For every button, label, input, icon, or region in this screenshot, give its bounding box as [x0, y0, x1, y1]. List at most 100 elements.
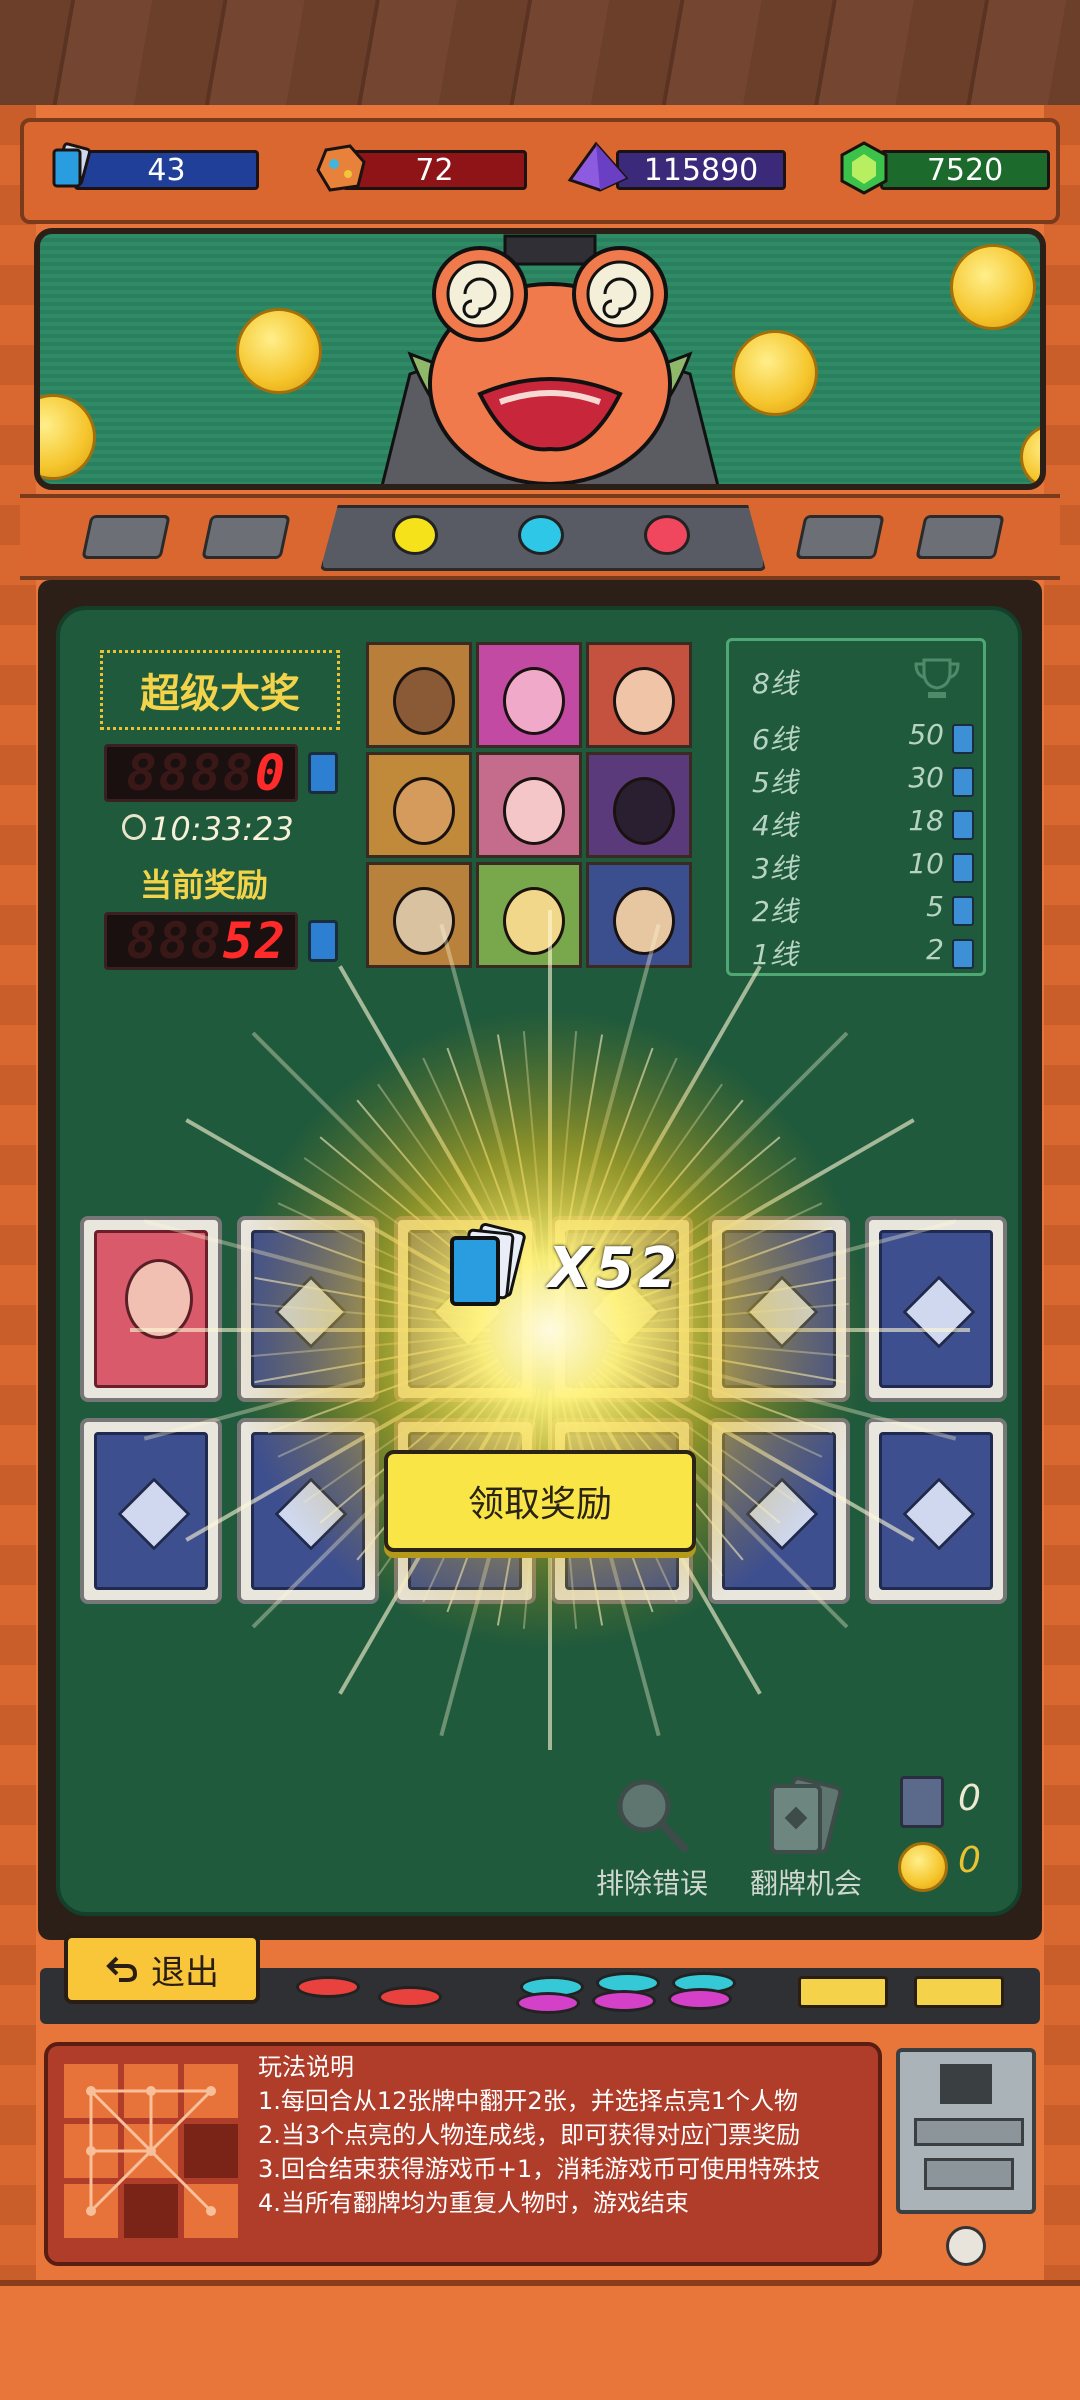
red-button — [296, 1976, 360, 1998]
portrait-red-hair-antlers — [586, 642, 692, 748]
magenta-button — [516, 1992, 580, 2014]
cyan-lamp — [518, 515, 564, 555]
gold-coin — [40, 394, 96, 480]
ticket-stack-icon — [52, 142, 92, 188]
line-label: 6线 — [752, 723, 798, 756]
trophy-icon — [914, 658, 960, 698]
portrait-face — [393, 777, 455, 845]
character-banner — [34, 228, 1046, 490]
coin-slot-box — [896, 2048, 1036, 2214]
rule-item: 1.每回合从12张牌中翻开2张，并选择点亮1个人物 — [258, 2087, 798, 2115]
ticket-icon — [952, 724, 974, 754]
resource-crystal[interactable]: 115890 — [566, 141, 786, 194]
gold-coin — [950, 244, 1036, 330]
reward-multiplier: X52 — [548, 1236, 682, 1301]
portrait-face — [503, 777, 565, 845]
panel-slot — [201, 515, 291, 559]
wood-ceiling — [0, 0, 1080, 110]
resource-value: 72 — [342, 150, 527, 190]
line-reward-value: 18 — [908, 804, 944, 837]
gold-coin — [1020, 424, 1040, 484]
eliminate-errors-label[interactable]: 排除错误 — [596, 1862, 708, 1902]
portrait-pirate-hat — [366, 642, 472, 748]
line-row: 6线 50 — [752, 718, 974, 758]
grid-line-diagram — [64, 2064, 238, 2238]
red-button — [378, 1986, 442, 2008]
reward-burst-effect — [130, 910, 970, 1750]
line-reward-value: 30 — [908, 761, 944, 794]
line-reward-value: 50 — [908, 718, 944, 751]
panel-slot — [915, 515, 1005, 559]
portrait-face — [613, 667, 675, 735]
resource-tickets[interactable]: 43 — [44, 142, 259, 194]
line-row: 5线 30 — [752, 761, 974, 801]
keyhole-icon — [946, 2226, 986, 2266]
rules-title: 玩法说明 — [258, 2053, 354, 2081]
jackpot-value: 0 — [254, 744, 287, 802]
coin-count: 0 — [958, 1840, 981, 1881]
portrait-face — [393, 667, 455, 735]
panel-slot — [795, 515, 885, 559]
yellow-button — [914, 1976, 1004, 2008]
line-label: 8线 — [752, 667, 798, 700]
ticket-icon — [952, 853, 974, 883]
resource-value: 115890 — [616, 150, 786, 190]
red-lamp — [644, 515, 690, 555]
portrait-pink-hair-girl — [476, 642, 582, 748]
claim-reward-button[interactable]: 领取奖励 — [384, 1450, 696, 1552]
line-row: 4线 18 — [752, 804, 974, 844]
portrait-hooded-villain — [366, 752, 472, 858]
countdown-timer: 10:33:23 — [150, 810, 294, 848]
line-label: 4线 — [752, 809, 798, 842]
purple-crystal-icon — [567, 141, 629, 192]
resource-value: 7520 — [880, 150, 1050, 190]
magenta-button — [668, 1988, 732, 2010]
rule-item: 2.当3个点亮的人物连成线，即可获得对应门票奖励 — [258, 2121, 801, 2149]
resource-ore[interactable]: 72 — [312, 144, 527, 194]
panel-slot — [81, 515, 171, 559]
exit-button[interactable]: 退出 — [64, 1934, 260, 2004]
cabinet-left-edge — [0, 105, 36, 2400]
ticket-stack-icon — [450, 1222, 526, 1306]
ticket-icon — [952, 810, 974, 840]
card-count: 0 — [958, 1778, 981, 1819]
alarm-clock-icon — [122, 814, 146, 840]
coin-slot-bar — [914, 2118, 1024, 2146]
return-arrow-icon — [106, 1956, 138, 1982]
portrait-pink-long-hair — [476, 752, 582, 858]
game-coin-icon — [898, 1842, 948, 1892]
rule-item: 3.回合结束获得游戏币+1，消耗游戏币可使用特殊技 — [258, 2155, 821, 2183]
rules-text: 玩法说明 1.每回合从12张牌中翻开2张，并选择点亮1个人物 2.当3个点亮的人… — [258, 2050, 820, 2220]
magenta-button — [592, 1990, 656, 2012]
yellow-lamp — [392, 515, 438, 555]
line-row: 3线 10 — [752, 847, 974, 887]
coin-return-slot — [924, 2158, 1014, 2190]
resource-gem[interactable]: 7520 — [836, 141, 1051, 195]
portrait-witch-hat-man — [586, 752, 692, 858]
portrait-face — [503, 667, 565, 735]
exit-label: 退出 — [151, 1952, 219, 1993]
frog-character — [380, 234, 720, 484]
flip-chance-label[interactable]: 翻牌机会 — [750, 1862, 862, 1902]
resource-value: 43 — [74, 150, 259, 190]
super-jackpot-title: 超级大奖 — [100, 650, 340, 730]
coin-slot — [940, 2064, 992, 2104]
jackpot-led: 8888 0 — [104, 744, 298, 802]
yellow-button — [798, 1976, 888, 2008]
cabinet-base — [0, 2280, 1080, 2400]
line-reward-value: 10 — [908, 847, 944, 880]
card-flip-icon[interactable] — [756, 1776, 856, 1860]
card-count-icon — [900, 1776, 944, 1828]
led-ghost-digits: 8888 — [126, 744, 255, 802]
line-label: 3线 — [752, 852, 798, 885]
cabinet-right-edge — [1044, 105, 1080, 2400]
portrait-face — [613, 777, 675, 845]
ticket-icon — [952, 767, 974, 797]
line-label: 5线 — [752, 766, 798, 799]
magnifier-icon[interactable] — [610, 1776, 696, 1854]
ore-rock-icon — [316, 144, 366, 192]
gold-coin — [236, 308, 322, 394]
green-gem-icon — [840, 141, 888, 195]
ticket-icon — [308, 752, 338, 794]
rule-item: 4.当所有翻牌均为重复人物时，游戏结束 — [258, 2189, 689, 2217]
